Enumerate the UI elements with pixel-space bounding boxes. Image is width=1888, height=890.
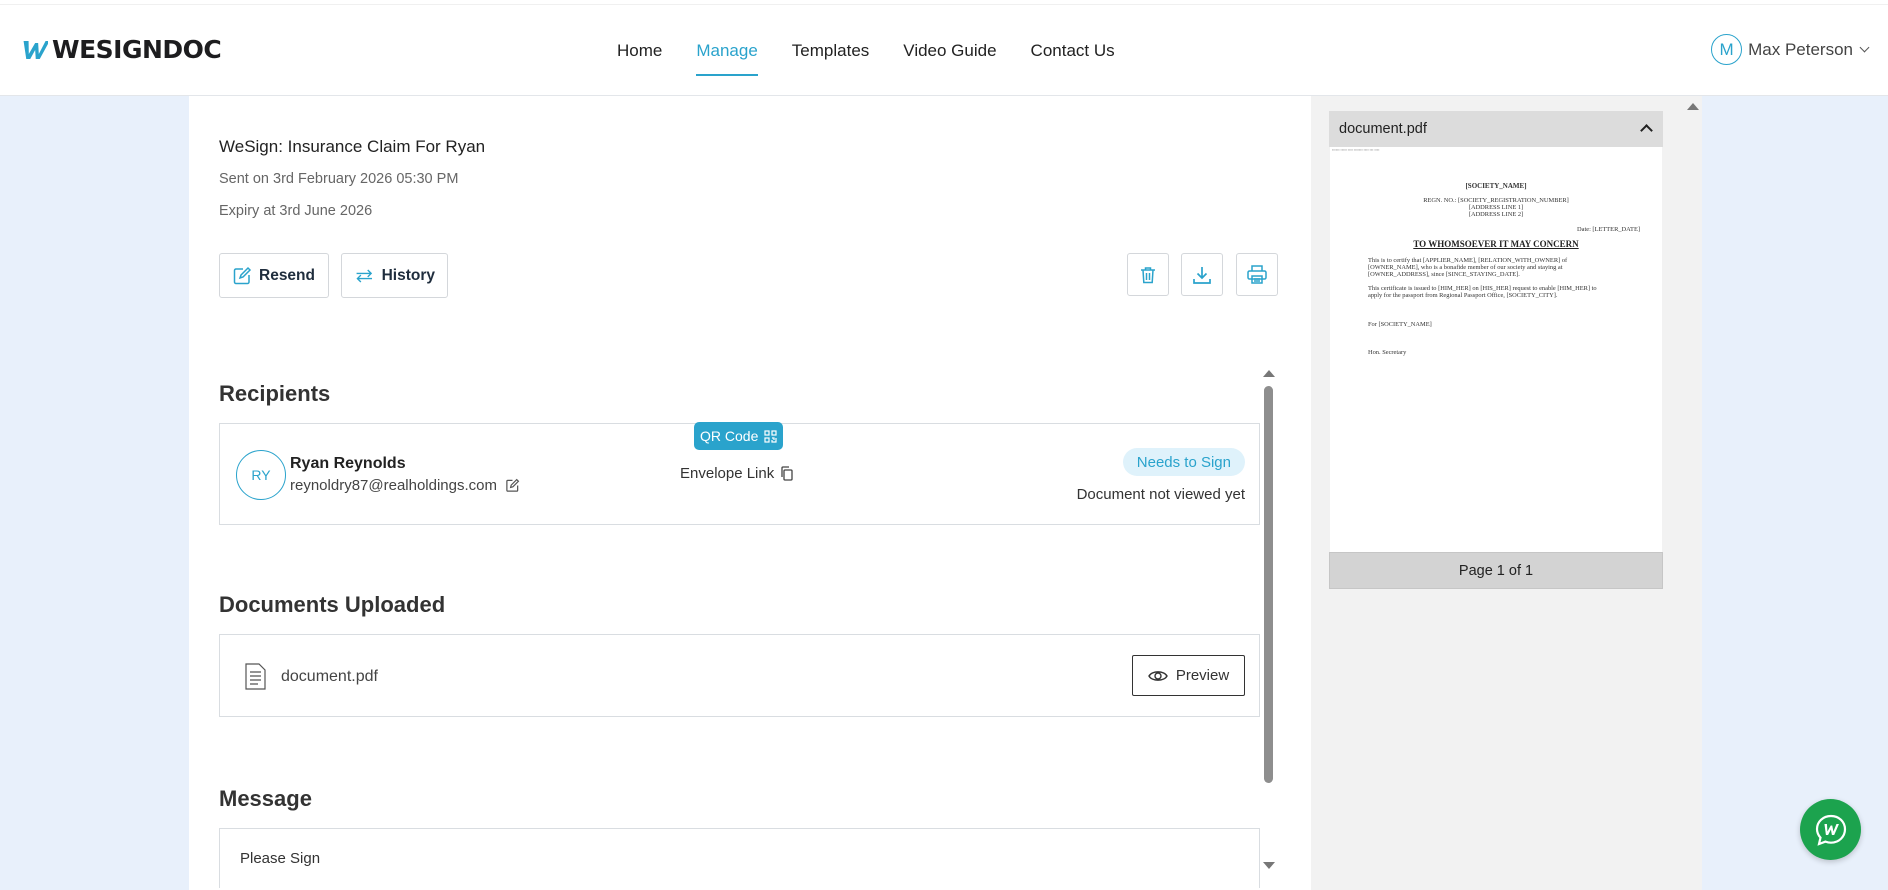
wesign-logo-icon bbox=[23, 40, 48, 59]
recipients-heading: Recipients bbox=[219, 381, 331, 406]
chevron-up-icon[interactable] bbox=[1640, 124, 1653, 137]
nav-contact-us[interactable]: Contact Us bbox=[1014, 5, 1132, 96]
eye-icon bbox=[1148, 670, 1168, 681]
chat-button[interactable] bbox=[1800, 799, 1861, 860]
recipient-avatar: RY bbox=[236, 450, 286, 500]
user-avatar: M bbox=[1711, 34, 1743, 65]
pdf-preview-header[interactable]: document.pdf bbox=[1329, 111, 1663, 147]
scroll-down-arrow[interactable] bbox=[1263, 862, 1275, 869]
document-row: document.pdf Preview bbox=[219, 634, 1260, 717]
pdf-header-strip: ▪▪▪▪▪▪ ▪▪▪▪▪ ▪▪▪▪ ▪▪▪▪▪▪▪ ▪▪▪▪ ▪▪▪ ▪▪▪▪ bbox=[1332, 148, 1380, 152]
pdf-page: ▪▪▪▪▪▪ ▪▪▪▪▪ ▪▪▪▪ ▪▪▪▪▪▪▪ ▪▪▪▪ ▪▪▪ ▪▪▪▪ … bbox=[1330, 147, 1662, 553]
pdf-address-2: [ADDRESS LINE 2] bbox=[1468, 211, 1524, 218]
download-button[interactable] bbox=[1181, 253, 1223, 296]
view-status: Document not viewed yet bbox=[1076, 486, 1245, 503]
envelope-link-copy[interactable]: Envelope Link bbox=[680, 465, 793, 482]
sent-date: Sent on 3rd February 2026 05:30 PM bbox=[219, 171, 459, 187]
preview-label: Preview bbox=[1175, 667, 1230, 684]
history-swap-icon bbox=[356, 269, 373, 282]
nav-manage[interactable]: Manage bbox=[679, 5, 774, 96]
preview-scroll-up-arrow[interactable] bbox=[1687, 103, 1699, 110]
printer-icon bbox=[1247, 265, 1267, 284]
copy-icon bbox=[781, 466, 793, 481]
pdf-reg-line: REGN. NO.: [SOCIETY_REGISTRATION_NUMBER] bbox=[1423, 197, 1569, 204]
status-badge: Needs to Sign bbox=[1122, 448, 1245, 476]
brand-logo[interactable]: WESIGNDOC bbox=[20, 35, 222, 64]
recipient-email-row: reynoldry87@realholdings.com bbox=[290, 477, 520, 494]
pdf-for-line: For [SOCIETY_NAME] bbox=[1368, 321, 1432, 328]
qr-code-button[interactable]: QR Code bbox=[694, 422, 784, 450]
pdf-heading: TO WHOMSOEVER IT MAY CONCERN bbox=[1413, 239, 1579, 249]
qr-code-icon bbox=[764, 429, 777, 443]
print-button[interactable] bbox=[1236, 253, 1278, 296]
document-name: document.pdf bbox=[281, 668, 378, 685]
page-indicator: Page 1 of 1 bbox=[1330, 553, 1662, 588]
user-menu[interactable]: M Max Peterson bbox=[1711, 34, 1870, 65]
nav-video-guide[interactable]: Video Guide bbox=[886, 5, 1013, 96]
pdf-society-name: [SOCIETY_NAME] bbox=[1465, 182, 1527, 190]
pdf-sign-line: Hon. Secretary bbox=[1368, 349, 1407, 356]
envelope-link-label: Envelope Link bbox=[680, 465, 775, 482]
resend-icon bbox=[233, 266, 252, 284]
nav-templates[interactable]: Templates bbox=[775, 5, 886, 96]
scroll-up-arrow[interactable] bbox=[1263, 370, 1275, 377]
delete-button[interactable] bbox=[1127, 253, 1169, 296]
documents-heading: Documents Uploaded bbox=[219, 592, 446, 617]
recipient-name: Ryan Reynolds bbox=[290, 455, 406, 472]
pdf-date-line: Date: [LETTER_DATE] bbox=[1577, 226, 1640, 233]
message-box: Please Sign bbox=[219, 828, 1260, 888]
trash-icon bbox=[1141, 266, 1155, 283]
pdf-file-name: document.pdf bbox=[1339, 121, 1427, 137]
history-label: History bbox=[381, 266, 435, 284]
pdf-address-1: [ADDRESS LINE 1] bbox=[1468, 204, 1524, 211]
chevron-down-icon bbox=[1859, 42, 1870, 52]
scrollbar-thumb[interactable] bbox=[1264, 386, 1273, 783]
nav-home[interactable]: Home bbox=[600, 5, 679, 96]
brand-name: WESIGNDOC bbox=[52, 35, 222, 64]
document-file-icon bbox=[245, 663, 266, 690]
recipient-card: RY Ryan Reynolds reynoldry87@realholding… bbox=[219, 422, 1260, 525]
chat-bubble-icon bbox=[1815, 814, 1846, 846]
message-text: Please Sign bbox=[240, 850, 321, 867]
pdf-para2-line1: This certificate is issued to [HIM_HER] … bbox=[1368, 285, 1597, 292]
message-heading: Message bbox=[219, 786, 312, 811]
pdf-para1-line2: [OWNER_NAME], who is a bonafide member o… bbox=[1368, 264, 1563, 271]
top-navbar: WESIGNDOC Home Manage Templates Video Gu… bbox=[0, 5, 1888, 96]
pdf-para1-line1: This is to certify that [APPLIER_NAME], … bbox=[1368, 257, 1568, 264]
preview-button[interactable]: Preview bbox=[1132, 655, 1245, 696]
download-icon bbox=[1193, 266, 1211, 284]
envelope-title: WeSign: Insurance Claim For Ryan bbox=[219, 137, 486, 156]
pdf-para2-line2: apply for the passport from Regional Pas… bbox=[1368, 292, 1558, 299]
history-button[interactable]: History bbox=[341, 253, 448, 298]
expiry-date: Expiry at 3rd June 2026 bbox=[219, 203, 373, 219]
main-nav: Home Manage Templates Video Guide Contac… bbox=[600, 5, 1132, 96]
pdf-para1-line3: [OWNER_ADDRESS], since [SINCE_STAYING_DA… bbox=[1368, 271, 1520, 278]
qr-code-label: QR Code bbox=[700, 428, 759, 444]
resend-label: Resend bbox=[259, 266, 315, 284]
user-name: Max Peterson bbox=[1748, 39, 1853, 59]
resend-button[interactable]: Resend bbox=[219, 253, 329, 298]
edit-email-icon[interactable] bbox=[505, 478, 520, 493]
recipient-email: reynoldry87@realholdings.com bbox=[290, 477, 497, 494]
